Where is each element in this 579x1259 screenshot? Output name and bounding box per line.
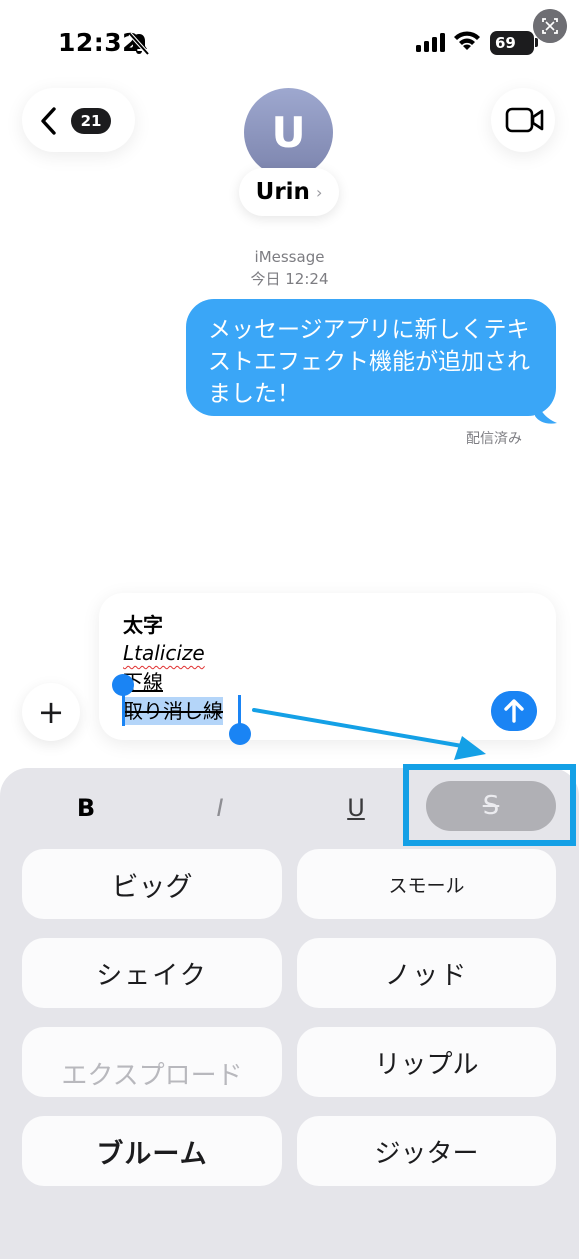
annotation-highlight-box (403, 764, 576, 846)
add-attachment-button[interactable]: + (22, 683, 80, 741)
battery-indicator: 69 (490, 31, 534, 55)
contact-name: Urin (255, 179, 310, 205)
effect-bloom-button[interactable]: ブルーム (22, 1116, 282, 1186)
italic-button[interactable]: I (200, 786, 240, 830)
delivery-status: 配信済み (466, 431, 522, 447)
effect-small-button[interactable]: スモール (297, 849, 556, 919)
wifi-icon (454, 31, 480, 50)
live-text-icon[interactable] (533, 9, 567, 43)
effect-nod-button[interactable]: ノッド (297, 938, 556, 1008)
underline-button[interactable]: U (336, 786, 376, 830)
effect-jitter-button[interactable]: ジッター (297, 1116, 556, 1186)
contact-avatar[interactable]: U (244, 88, 333, 177)
bubble-tail (535, 396, 557, 424)
compose-line-italic: Ltalicize (123, 641, 205, 665)
selection-end-handle[interactable] (229, 723, 251, 745)
battery-tip (535, 38, 538, 47)
battery-level: 69 (495, 34, 516, 52)
bold-button[interactable]: B (66, 786, 106, 830)
message-timestamp: 今日 12:24 (250, 270, 329, 288)
service-label: iMessage (254, 248, 325, 266)
bell-slash-icon (128, 32, 150, 56)
selection-start-bar (122, 694, 125, 726)
video-camera-icon (505, 107, 544, 133)
chevron-left-icon (41, 107, 56, 135)
annotation-arrow (252, 708, 486, 760)
effect-big-button[interactable]: ビッグ (22, 849, 282, 919)
chevron-right-icon: › (315, 182, 323, 202)
selection-start-handle[interactable] (112, 674, 134, 696)
contact-name-button[interactable]: Urin › (239, 168, 339, 216)
plus-icon: + (37, 693, 65, 731)
effect-explode-button[interactable]: エクスプロード (22, 1027, 282, 1097)
effect-ripple-button[interactable]: リップル (297, 1027, 556, 1097)
sent-message-bubble[interactable]: メッセージアプリに新しくテキストエフェクト機能が追加されました！ (186, 299, 556, 416)
unread-count-badge: 21 (71, 108, 111, 134)
cellular-signal-icon (416, 33, 445, 52)
compose-line-bold: 太字 (123, 613, 163, 637)
compose-line-strikethrough-selected: 取り消し線 (123, 697, 223, 725)
send-button[interactable] (491, 691, 537, 731)
effect-shake-button[interactable]: シェイク (22, 938, 282, 1008)
